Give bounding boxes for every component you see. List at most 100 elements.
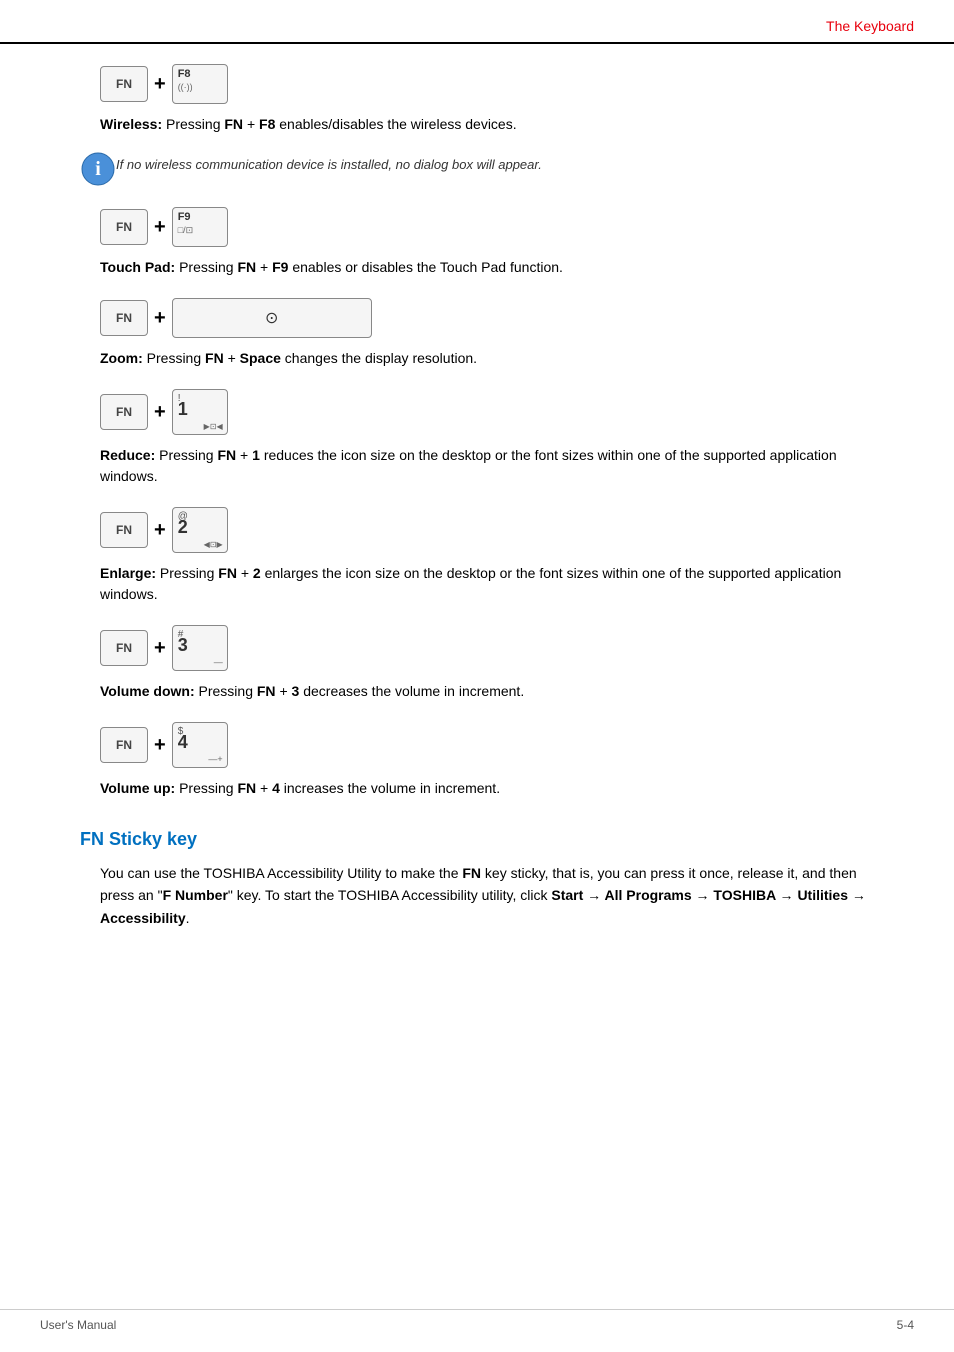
wireless-label-bold: Wireless: (100, 116, 162, 132)
fn-key-volume-down: FN (100, 630, 148, 666)
plus-sign-reduce: + (154, 401, 166, 424)
fn-sticky-text3: " key. To start the TOSHIBA Accessibilit… (228, 887, 551, 903)
plus-sign-touchpad: + (154, 216, 166, 239)
volume-up-label-bold: Volume up: (100, 780, 175, 796)
fn-sticky-section: FN Sticky key You can use the TOSHIBA Ac… (80, 829, 874, 929)
wireless-section: FN + F8 ((·)) Wireless: Pressing FN + F8… (80, 64, 874, 187)
zoom-end-text: changes the display resolution. (285, 350, 477, 366)
touchpad-plus: + (260, 259, 272, 275)
fn-sticky-bold2: F Number (163, 887, 228, 903)
wireless-info-text: If no wireless communication device is i… (116, 151, 542, 175)
zoom-label-bold: Zoom: (100, 350, 143, 366)
reduce-key-combo: FN + ! 1 ▶⊡◀ (100, 389, 874, 435)
touchpad-end-text: enables or disables the Touch Pad functi… (292, 259, 563, 275)
footer-left: User's Manual (40, 1318, 116, 1332)
volume-up-end-text: increases the volume in increment. (284, 780, 500, 796)
volume-down-label-text: Pressing (199, 683, 257, 699)
volume-down-3-key: 3 (292, 683, 300, 699)
zoom-plus: + (228, 350, 240, 366)
space-key: ⊙ (172, 298, 372, 338)
reduce-fn-key: FN (217, 447, 236, 463)
enlarge-label-bold: Enlarge: (100, 565, 156, 581)
touchpad-section: FN + F9 □/⊡ Touch Pad: Pressing FN + F9 … (80, 207, 874, 278)
wireless-label-text: Pressing (166, 116, 224, 132)
page-footer: User's Manual 5-4 (0, 1309, 954, 1332)
volume-up-description: Volume up: Pressing FN + 4 increases the… (100, 778, 874, 799)
f8-key: F8 ((·)) (172, 64, 228, 104)
touchpad-fn-key: FN (237, 259, 256, 275)
volume-up-fn-key: FN (237, 780, 256, 796)
reduce-section: FN + ! 1 ▶⊡◀ Reduce: Pressing FN + 1 red… (80, 389, 874, 487)
fn-sticky-bold1: FN (462, 865, 481, 881)
wireless-end-text: enables/disables the wireless devices. (279, 116, 516, 132)
volume-up-plus: + (260, 780, 272, 796)
zoom-fn-key: FN (205, 350, 224, 366)
touchpad-f9-key: F9 (272, 259, 288, 275)
plus-sign-volume-up: + (154, 734, 166, 757)
touchpad-label-bold: Touch Pad: (100, 259, 175, 275)
volume-down-description: Volume down: Pressing FN + 3 decreases t… (100, 681, 874, 702)
key-4: $ 4 —+ (172, 722, 228, 768)
volume-up-4-key: 4 (272, 780, 280, 796)
reduce-label-bold: Reduce: (100, 447, 155, 463)
key-2: @ 2 ◀⊡▶ (172, 507, 228, 553)
key-3: # 3 — (172, 625, 228, 671)
zoom-space-key: Space (240, 350, 281, 366)
volume-down-label-bold: Volume down: (100, 683, 195, 699)
zoom-symbol: ⊙ (265, 308, 278, 328)
fn-key-volume-up: FN (100, 727, 148, 763)
fn-sticky-text4: . (186, 910, 190, 926)
enlarge-key-combo: FN + @ 2 ◀⊡▶ (100, 507, 874, 553)
plus-sign-volume-down: + (154, 637, 166, 660)
touchpad-label-text: Pressing (179, 259, 237, 275)
info-icon: i (80, 151, 116, 187)
wireless-description: Wireless: Pressing FN + F8 enables/disab… (100, 114, 874, 135)
volume-up-label-text: Pressing (179, 780, 237, 796)
enlarge-plus: + (241, 565, 253, 581)
wireless-info-box: i If no wireless communication device is… (80, 151, 874, 187)
fn-key-touchpad: FN (100, 209, 148, 245)
touchpad-key-combo: FN + F9 □/⊡ (100, 207, 874, 247)
enlarge-fn-key: FN (218, 565, 237, 581)
fn-key-enlarge: FN (100, 512, 148, 548)
zoom-section: FN + ⊙ Zoom: Pressing FN + Space changes… (80, 298, 874, 369)
enlarge-2-key: 2 (253, 565, 261, 581)
fn-key-zoom: FN (100, 300, 148, 336)
enlarge-section: FN + @ 2 ◀⊡▶ Enlarge: Pressing FN + 2 en… (80, 507, 874, 605)
f9-key: F9 □/⊡ (172, 207, 228, 247)
reduce-description: Reduce: Pressing FN + 1 reduces the icon… (100, 445, 874, 487)
enlarge-description: Enlarge: Pressing FN + 2 enlarges the ic… (100, 563, 874, 605)
reduce-plus: + (240, 447, 252, 463)
key-1: ! 1 ▶⊡◀ (172, 389, 228, 435)
plus-sign-enlarge: + (154, 519, 166, 542)
touchpad-description: Touch Pad: Pressing FN + F9 enables or d… (100, 257, 874, 278)
svg-text:i: i (95, 158, 101, 180)
zoom-key-combo: FN + ⊙ (100, 298, 874, 338)
reduce-label-text: Pressing (159, 447, 217, 463)
fn-sticky-title: FN Sticky key (80, 829, 874, 850)
reduce-1-key: 1 (252, 447, 260, 463)
page-header: The Keyboard (0, 0, 954, 44)
footer-right: 5-4 (897, 1318, 914, 1332)
zoom-label-text: Pressing (147, 350, 205, 366)
plus-sign-zoom: + (154, 307, 166, 330)
enlarge-label-text: Pressing (160, 565, 218, 581)
wireless-plus: + (247, 116, 259, 132)
wireless-key-combo: FN + F8 ((·)) (100, 64, 874, 104)
wireless-fn-key: FN (224, 116, 243, 132)
volume-up-key-combo: FN + $ 4 —+ (100, 722, 874, 768)
fn-key-wireless: FN (100, 66, 148, 102)
fn-sticky-text: You can use the TOSHIBA Accessibility Ut… (100, 862, 874, 929)
volume-down-key-combo: FN + # 3 — (100, 625, 874, 671)
zoom-description: Zoom: Pressing FN + Space changes the di… (100, 348, 874, 369)
volume-up-section: FN + $ 4 —+ Volume up: Pressing FN + 4 i… (80, 722, 874, 799)
plus-sign-wireless: + (154, 73, 166, 96)
fn-key-reduce: FN (100, 394, 148, 430)
volume-down-section: FN + # 3 — Volume down: Pressing FN + 3 … (80, 625, 874, 702)
wireless-f8-key: F8 (259, 116, 275, 132)
header-title: The Keyboard (826, 18, 914, 34)
volume-down-end-text: decreases the volume in increment. (303, 683, 524, 699)
volume-down-plus: + (279, 683, 291, 699)
page-content: FN + F8 ((·)) Wireless: Pressing FN + F8… (0, 44, 954, 969)
volume-down-fn-key: FN (257, 683, 276, 699)
